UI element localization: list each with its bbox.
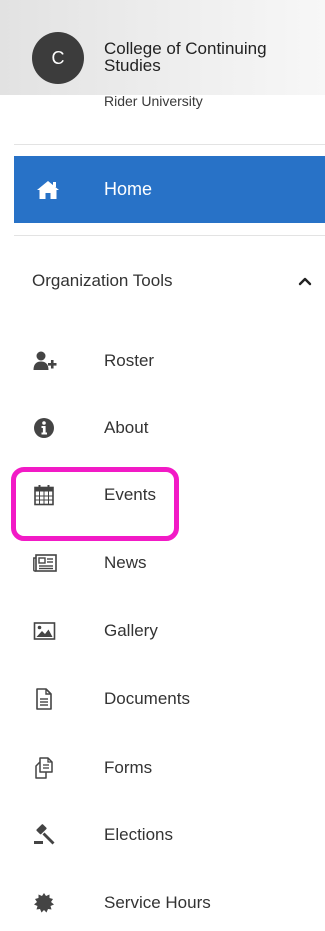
sidebar-item-label: Elections (104, 825, 173, 844)
divider (14, 235, 325, 236)
sidebar-item-documents[interactable]: Documents (0, 670, 325, 728)
add-user-icon (33, 350, 57, 372)
sidebar-item-label: About (104, 418, 149, 437)
gavel-icon (33, 824, 57, 846)
sidebar-item-label: Forms (104, 758, 153, 777)
calendar-icon (33, 484, 57, 506)
avatar-letter: C (51, 47, 65, 68)
sidebar-item-label: Gallery (104, 621, 158, 640)
sidebar-item-label: Events (104, 485, 156, 504)
sidebar-item-label: Documents (104, 689, 190, 708)
info-icon (33, 417, 57, 439)
sidebar-panel: C College of Continuing Studies Rider Un… (0, 0, 325, 931)
avatar[interactable]: C (32, 32, 84, 84)
newspaper-icon (33, 552, 57, 574)
sidebar-item-label: Service Hours (104, 893, 211, 912)
sidebar-item-label: News (104, 553, 147, 572)
sidebar-item-elections[interactable]: Elections (0, 806, 325, 864)
organization-tools-toggle[interactable]: Organization Tools (0, 252, 325, 310)
section-title: Organization Tools (32, 271, 173, 290)
sidebar-item-news[interactable]: News (0, 534, 325, 592)
sidebar-item-events[interactable]: Events (0, 466, 325, 524)
sidebar-item-forms[interactable]: Forms (0, 739, 325, 797)
image-icon (33, 620, 57, 642)
sidebar-item-service-hours[interactable]: Service Hours (0, 874, 325, 931)
sidebar-item-home[interactable]: Home (14, 156, 325, 223)
sidebar-item-gallery[interactable]: Gallery (0, 602, 325, 660)
sidebar-item-roster[interactable]: Roster (0, 332, 325, 390)
organization-name[interactable]: College of Continuing Studies (104, 40, 314, 74)
sidebar-item-label: Roster (104, 351, 155, 370)
divider (14, 144, 325, 145)
organization-subtitle: Rider University (104, 93, 203, 109)
badge-icon (33, 892, 57, 914)
sidebar-item-label: Home (104, 179, 153, 199)
sidebar-item-about[interactable]: About (0, 399, 325, 457)
document-icon (33, 688, 57, 710)
organization-header: C College of Continuing Studies Rider Un… (0, 0, 325, 140)
chevron-up-icon (297, 273, 313, 289)
forms-icon (33, 757, 57, 779)
home-icon (36, 179, 60, 201)
